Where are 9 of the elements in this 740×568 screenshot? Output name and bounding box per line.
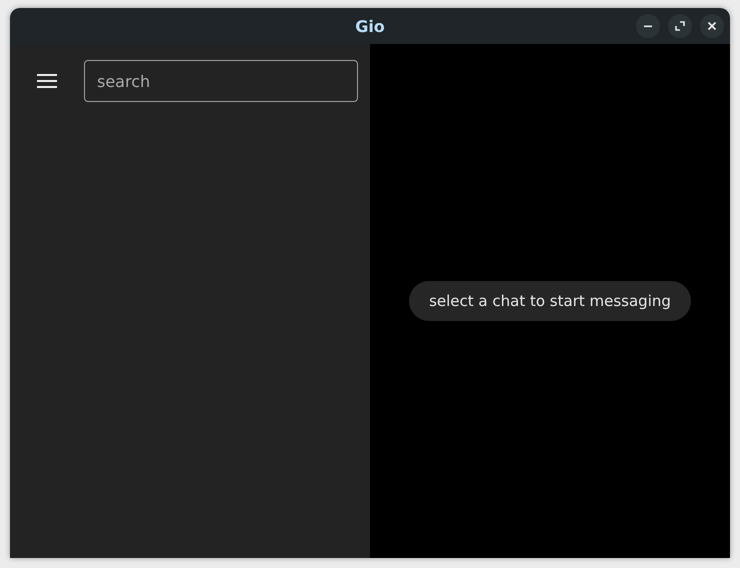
close-icon [707,21,717,31]
menu-icon [37,73,57,89]
window-title: Gio [355,16,385,36]
minimize-button[interactable] [636,14,660,38]
empty-state-message: select a chat to start messaging [409,281,691,321]
maximize-button[interactable] [668,14,692,38]
close-button[interactable] [700,14,724,38]
search-field[interactable]: search [84,60,358,102]
maximize-icon [675,21,685,31]
